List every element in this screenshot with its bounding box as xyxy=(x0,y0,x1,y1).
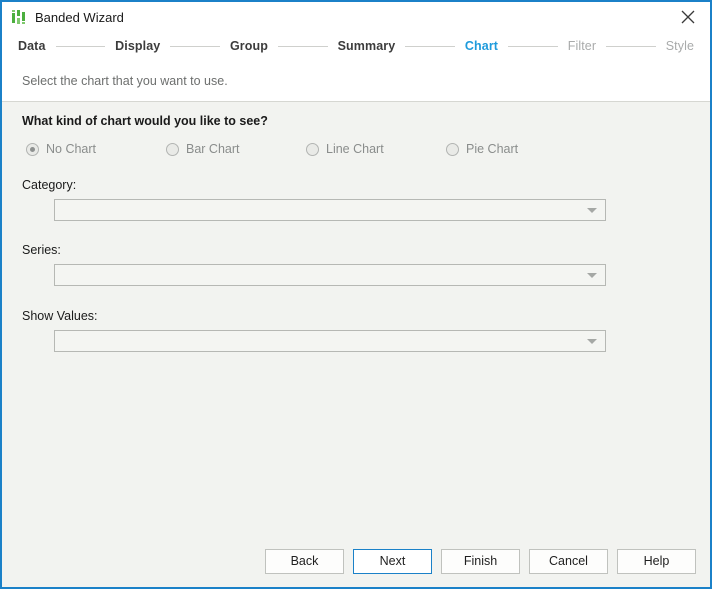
close-icon xyxy=(681,10,695,24)
radio-mark-icon xyxy=(306,142,319,156)
chevron-down-icon xyxy=(587,208,597,213)
radio-bar-chart[interactable]: Bar Chart xyxy=(166,142,306,156)
wizard-header: Data Display Group Summary Chart Filter … xyxy=(2,32,710,102)
wizard-body: What kind of chart would you like to see… xyxy=(2,102,710,587)
banded-report-icon xyxy=(11,9,27,25)
cancel-button[interactable]: Cancel xyxy=(529,549,608,574)
title-bar: Banded Wizard xyxy=(2,2,710,32)
series-label: Series: xyxy=(22,243,61,257)
radio-line-chart[interactable]: Line Chart xyxy=(306,142,446,156)
radio-mark-icon xyxy=(166,142,179,156)
step-connector xyxy=(170,45,220,47)
step-group[interactable]: Group xyxy=(230,39,268,53)
show-values-field-group: Show Values: xyxy=(2,309,710,323)
series-combobox[interactable] xyxy=(54,264,606,286)
step-display[interactable]: Display xyxy=(115,39,160,53)
category-combobox[interactable] xyxy=(54,199,606,221)
window-title: Banded Wizard xyxy=(35,9,124,25)
radio-label-pie-chart: Pie Chart xyxy=(466,142,519,156)
close-button[interactable] xyxy=(666,2,710,31)
step-data[interactable]: Data xyxy=(18,39,46,53)
step-summary[interactable]: Summary xyxy=(338,39,396,53)
show-values-combobox[interactable] xyxy=(54,330,606,352)
step-connector xyxy=(55,45,106,47)
chevron-down-icon xyxy=(587,273,597,278)
step-connector xyxy=(606,45,656,47)
step-chart[interactable]: Chart xyxy=(465,39,498,53)
chevron-down-icon xyxy=(587,339,597,344)
chart-type-radio-group: No Chart Bar Chart Line Chart Pie Chart xyxy=(2,128,710,156)
step-connector xyxy=(277,45,328,47)
help-button[interactable]: Help xyxy=(617,549,696,574)
step-style[interactable]: Style xyxy=(666,39,694,53)
banded-wizard-window: Banded Wizard Data Display Group Summary… xyxy=(0,0,712,589)
finish-button[interactable]: Finish xyxy=(441,549,520,574)
step-filter[interactable]: Filter xyxy=(568,39,596,53)
category-label: Category: xyxy=(22,178,77,192)
chart-type-question: What kind of chart would you like to see… xyxy=(22,114,268,128)
next-button[interactable]: Next xyxy=(353,549,432,574)
wizard-footer: Back Next Finish Cancel Help xyxy=(265,549,696,574)
radio-mark-icon xyxy=(26,142,39,156)
back-button[interactable]: Back xyxy=(265,549,344,574)
show-values-label: Show Values: xyxy=(22,309,98,323)
wizard-stepper: Data Display Group Summary Chart Filter … xyxy=(2,32,710,60)
series-field-group: Series: xyxy=(2,243,710,257)
radio-pie-chart[interactable]: Pie Chart xyxy=(446,142,586,156)
radio-mark-icon xyxy=(446,142,459,156)
radio-label-no-chart: No Chart xyxy=(46,142,97,156)
step-connector xyxy=(405,45,455,47)
wizard-description: Select the chart that you want to use. xyxy=(22,74,228,88)
radio-no-chart[interactable]: No Chart xyxy=(26,142,166,156)
radio-label-bar-chart: Bar Chart xyxy=(186,142,240,156)
category-field-group: Category: xyxy=(2,178,710,192)
radio-label-line-chart: Line Chart xyxy=(326,142,384,156)
step-connector xyxy=(508,45,558,47)
